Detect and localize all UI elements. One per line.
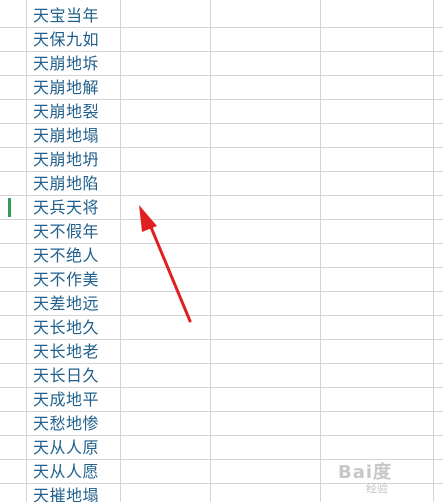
table-row[interactable]: 天从人原 xyxy=(0,436,443,460)
cell[interactable]: 天崩地裂 xyxy=(33,100,99,123)
watermark-sub: 经验 xyxy=(366,482,388,495)
cell[interactable]: 天保九如 xyxy=(33,28,99,51)
watermark: Bai度 经验 xyxy=(338,458,438,498)
cell[interactable]: 天崩地塌 xyxy=(33,124,99,147)
cell[interactable]: 天崩地坼 xyxy=(33,52,99,75)
cell[interactable]: 天长地久 xyxy=(33,316,99,339)
table-row[interactable]: 天崩地陷 xyxy=(0,172,443,196)
cell[interactable]: 天长地老 xyxy=(33,340,99,363)
spreadsheet-grid: 天宝当年 天保九如 天崩地坼 天崩地解 天崩地裂 天崩地塌 天崩地坍 天崩地陷 … xyxy=(0,0,443,502)
table-row[interactable]: 天不绝人 xyxy=(0,244,443,268)
cell[interactable]: 天成地平 xyxy=(33,388,99,411)
cell[interactable]: 天崩地陷 xyxy=(33,172,99,195)
cell[interactable]: 天摧地塌 xyxy=(33,484,99,502)
table-row[interactable]: 天长地久 xyxy=(0,316,443,340)
table-row[interactable]: 天长地老 xyxy=(0,340,443,364)
table-row[interactable]: 天不假年 xyxy=(0,220,443,244)
cell[interactable]: 天愁地惨 xyxy=(33,412,99,435)
table-row[interactable]: 天崩地坼 xyxy=(0,52,443,76)
cell[interactable]: 天差地远 xyxy=(33,292,99,315)
table-row[interactable]: 天长日久 xyxy=(0,364,443,388)
cell[interactable]: 天不绝人 xyxy=(33,244,99,267)
table-row[interactable]: 天不作美 xyxy=(0,268,443,292)
rows-container: 天宝当年 天保九如 天崩地坼 天崩地解 天崩地裂 天崩地塌 天崩地坍 天崩地陷 … xyxy=(0,4,443,502)
table-row[interactable]: 天愁地惨 xyxy=(0,412,443,436)
cell[interactable]: 天从人愿 xyxy=(33,460,99,483)
cell[interactable]: 天不假年 xyxy=(33,220,99,243)
table-row-selected[interactable]: 天兵天将 xyxy=(0,196,443,220)
cell[interactable]: 天从人原 xyxy=(33,436,99,459)
active-row-marker xyxy=(8,198,11,217)
cell[interactable]: 天不作美 xyxy=(33,268,99,291)
cell[interactable]: 天崩地解 xyxy=(33,76,99,99)
table-row[interactable]: 天保九如 xyxy=(0,28,443,52)
table-row[interactable]: 天崩地裂 xyxy=(0,100,443,124)
table-row[interactable]: 天崩地坍 xyxy=(0,148,443,172)
table-row[interactable]: 天崩地解 xyxy=(0,76,443,100)
table-row[interactable]: 天崩地塌 xyxy=(0,124,443,148)
cell[interactable]: 天长日久 xyxy=(33,364,99,387)
cell[interactable]: 天崩地坍 xyxy=(33,148,99,171)
cell[interactable]: 天宝当年 xyxy=(33,4,99,27)
table-row[interactable]: 天宝当年 xyxy=(0,4,443,28)
table-row[interactable]: 天差地远 xyxy=(0,292,443,316)
table-row[interactable]: 天成地平 xyxy=(0,388,443,412)
cell[interactable]: 天兵天将 xyxy=(33,196,99,219)
